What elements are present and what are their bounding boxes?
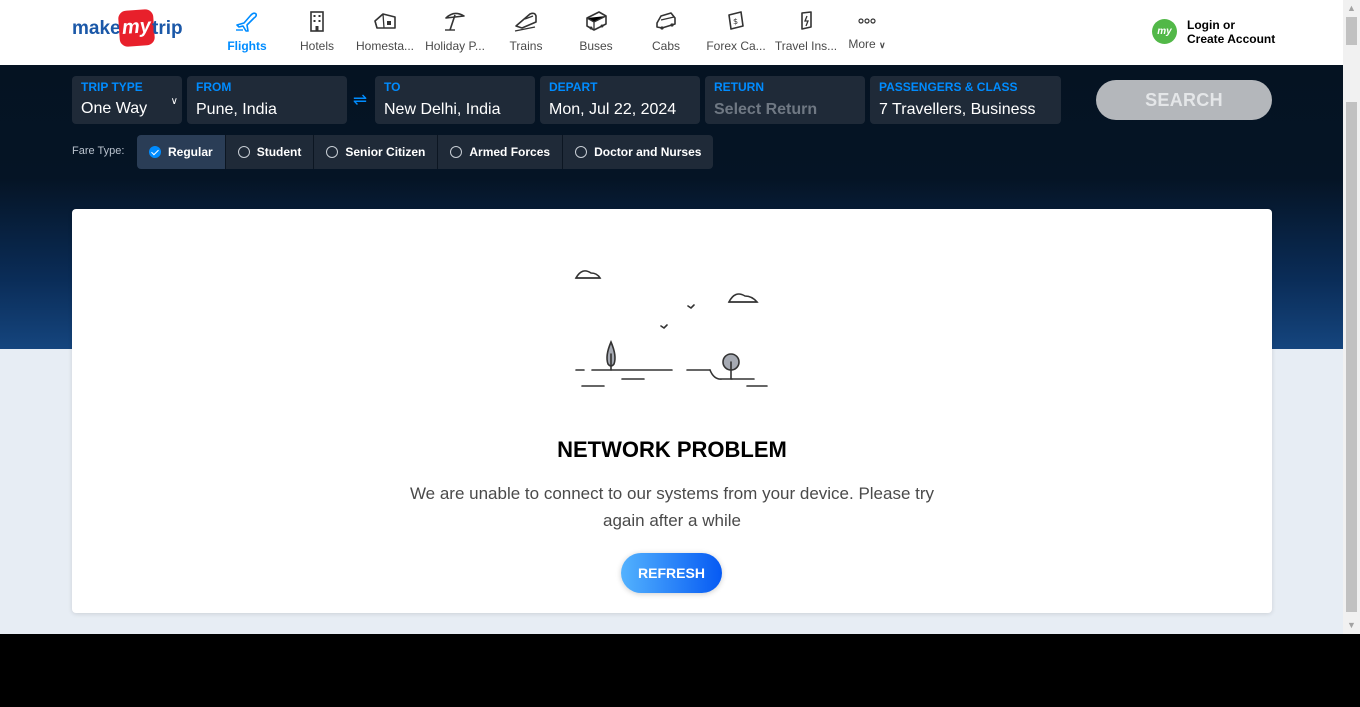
scroll-down-icon[interactable]: ▼ [1343, 617, 1360, 634]
nav-hotels[interactable]: Hotels [284, 0, 350, 65]
svg-text:$: $ [733, 17, 738, 26]
nav-label: Trains [509, 39, 543, 53]
fare-option-label: Doctor and Nurses [594, 145, 702, 159]
logo-trip: trip [152, 18, 183, 39]
bus-icon [586, 11, 607, 31]
fare-option-student[interactable]: Student [225, 135, 315, 169]
login-text: Login or Create Account [1187, 18, 1275, 46]
holiday-package-icon [445, 12, 465, 31]
fare-option-armed-forces[interactable]: Armed Forces [438, 135, 564, 169]
network-error-illustration-icon [574, 270, 768, 387]
fare-type-label: Fare Type: [72, 145, 125, 157]
train-icon [514, 12, 537, 32]
nav-label: Buses [579, 39, 613, 53]
chevron-down-icon: ∨ [170, 96, 178, 107]
nav-cabs[interactable]: Cabs [633, 0, 699, 65]
nav-label: Flights [227, 39, 267, 53]
fare-option-label: Regular [168, 145, 213, 159]
nav-label: Hotels [299, 39, 334, 53]
user-avatar: my [1152, 19, 1177, 44]
depart-label: DEPART [549, 80, 598, 94]
logo-make: make [72, 18, 121, 39]
nav-more-label: More ∨ [848, 37, 886, 51]
scrollbar-thumb[interactable] [1346, 17, 1357, 45]
passengers-value: 7 Travellers, Business [879, 101, 1036, 118]
fare-option-senior-citizen[interactable]: Senior Citizen [314, 135, 439, 169]
page-viewport: make my trip Flights Hotels Homesta... H… [0, 0, 1343, 634]
logo-my: my [117, 8, 156, 48]
to-field[interactable]: TO New Delhi, India [375, 76, 535, 124]
fare-option-label: Student [256, 145, 302, 159]
depart-value: Mon, Jul 22, 2024 [549, 101, 677, 118]
trip-type-select[interactable]: TRIP TYPE One Way ∨ [72, 76, 182, 124]
fare-type-options: Regular Student Senior Citizen Armed For… [137, 135, 714, 169]
passengers-label: PASSENGERS & CLASS [879, 80, 1018, 94]
fare-option-regular[interactable]: Regular [137, 135, 226, 169]
forex-card-icon: $ [728, 11, 744, 30]
radio-icon [450, 146, 463, 158]
login-create-account[interactable]: my Login or Create Account [1152, 17, 1282, 49]
trip-type-label: TRIP TYPE [81, 80, 143, 94]
to-label: TO [384, 80, 401, 94]
depart-field[interactable]: DEPART Mon, Jul 22, 2024 [540, 76, 700, 124]
scrollbar-thumb-lower[interactable] [1346, 102, 1357, 612]
from-label: FROM [196, 80, 232, 94]
nav-label: Homesta... [355, 39, 415, 53]
nav-trains[interactable]: Trains [493, 0, 559, 65]
hotel-icon [310, 11, 324, 32]
nav-label: Holiday P... [425, 39, 485, 53]
fare-option-doctor-nurses[interactable]: Doctor and Nurses [563, 135, 714, 169]
nav-flights[interactable]: Flights [214, 0, 280, 65]
homestay-icon [374, 13, 396, 29]
passengers-class-field[interactable]: PASSENGERS & CLASS 7 Travellers, Busines… [870, 76, 1061, 124]
nav-forex-card[interactable]: $ Forex Ca... [703, 0, 769, 65]
flight-icon [236, 12, 258, 32]
from-value: Pune, India [196, 101, 277, 118]
login-line1: Login or [1187, 18, 1235, 32]
makemytrip-logo[interactable]: make my trip [72, 8, 186, 48]
error-message: We are unable to connect to our systems … [409, 484, 935, 530]
radio-icon [237, 146, 250, 158]
more-dots-icon [858, 18, 876, 24]
to-value: New Delhi, India [384, 101, 501, 118]
search-button[interactable]: SEARCH [1096, 80, 1272, 120]
nav-label: Forex Ca... [706, 39, 766, 53]
scroll-up-icon[interactable]: ▲ [1343, 0, 1360, 17]
chevron-down-icon: ∨ [879, 40, 886, 50]
radio-icon [326, 146, 339, 158]
nav-travel-insurance[interactable]: Travel Ins... [773, 0, 839, 65]
trip-type-value: One Way [81, 100, 148, 117]
top-header: make my trip Flights Hotels Homesta... H… [0, 0, 1343, 65]
error-title: NETWORK PROBLEM [557, 437, 787, 462]
nav-buses[interactable]: Buses [563, 0, 629, 65]
vertical-scrollbar[interactable]: ▲ ▼ [1343, 0, 1360, 634]
swap-icon[interactable]: ⇌ [350, 90, 370, 110]
return-placeholder: Select Return [714, 101, 818, 118]
return-label: RETURN [714, 80, 764, 94]
refresh-button[interactable]: REFRESH [621, 553, 722, 593]
travel-insurance-icon [801, 11, 812, 30]
nav-more[interactable]: More ∨ [834, 0, 900, 65]
nav-label: Cabs [651, 39, 680, 53]
return-field[interactable]: RETURN Select Return [705, 76, 865, 124]
nav-label: Travel Ins... [774, 39, 838, 53]
cab-icon [656, 12, 676, 30]
login-line2: Create Account [1187, 32, 1276, 46]
fare-option-label: Armed Forces [469, 145, 551, 159]
nav-holiday-packages[interactable]: Holiday P... [422, 0, 488, 65]
nav-homestays[interactable]: Homesta... [352, 0, 418, 65]
radio-icon [575, 146, 588, 158]
fare-option-label: Senior Citizen [345, 145, 426, 159]
network-error-card: NETWORK PROBLEM We are unable to connect… [72, 209, 1272, 613]
from-field[interactable]: FROM Pune, India [187, 76, 347, 124]
radio-checked-icon [149, 146, 161, 158]
